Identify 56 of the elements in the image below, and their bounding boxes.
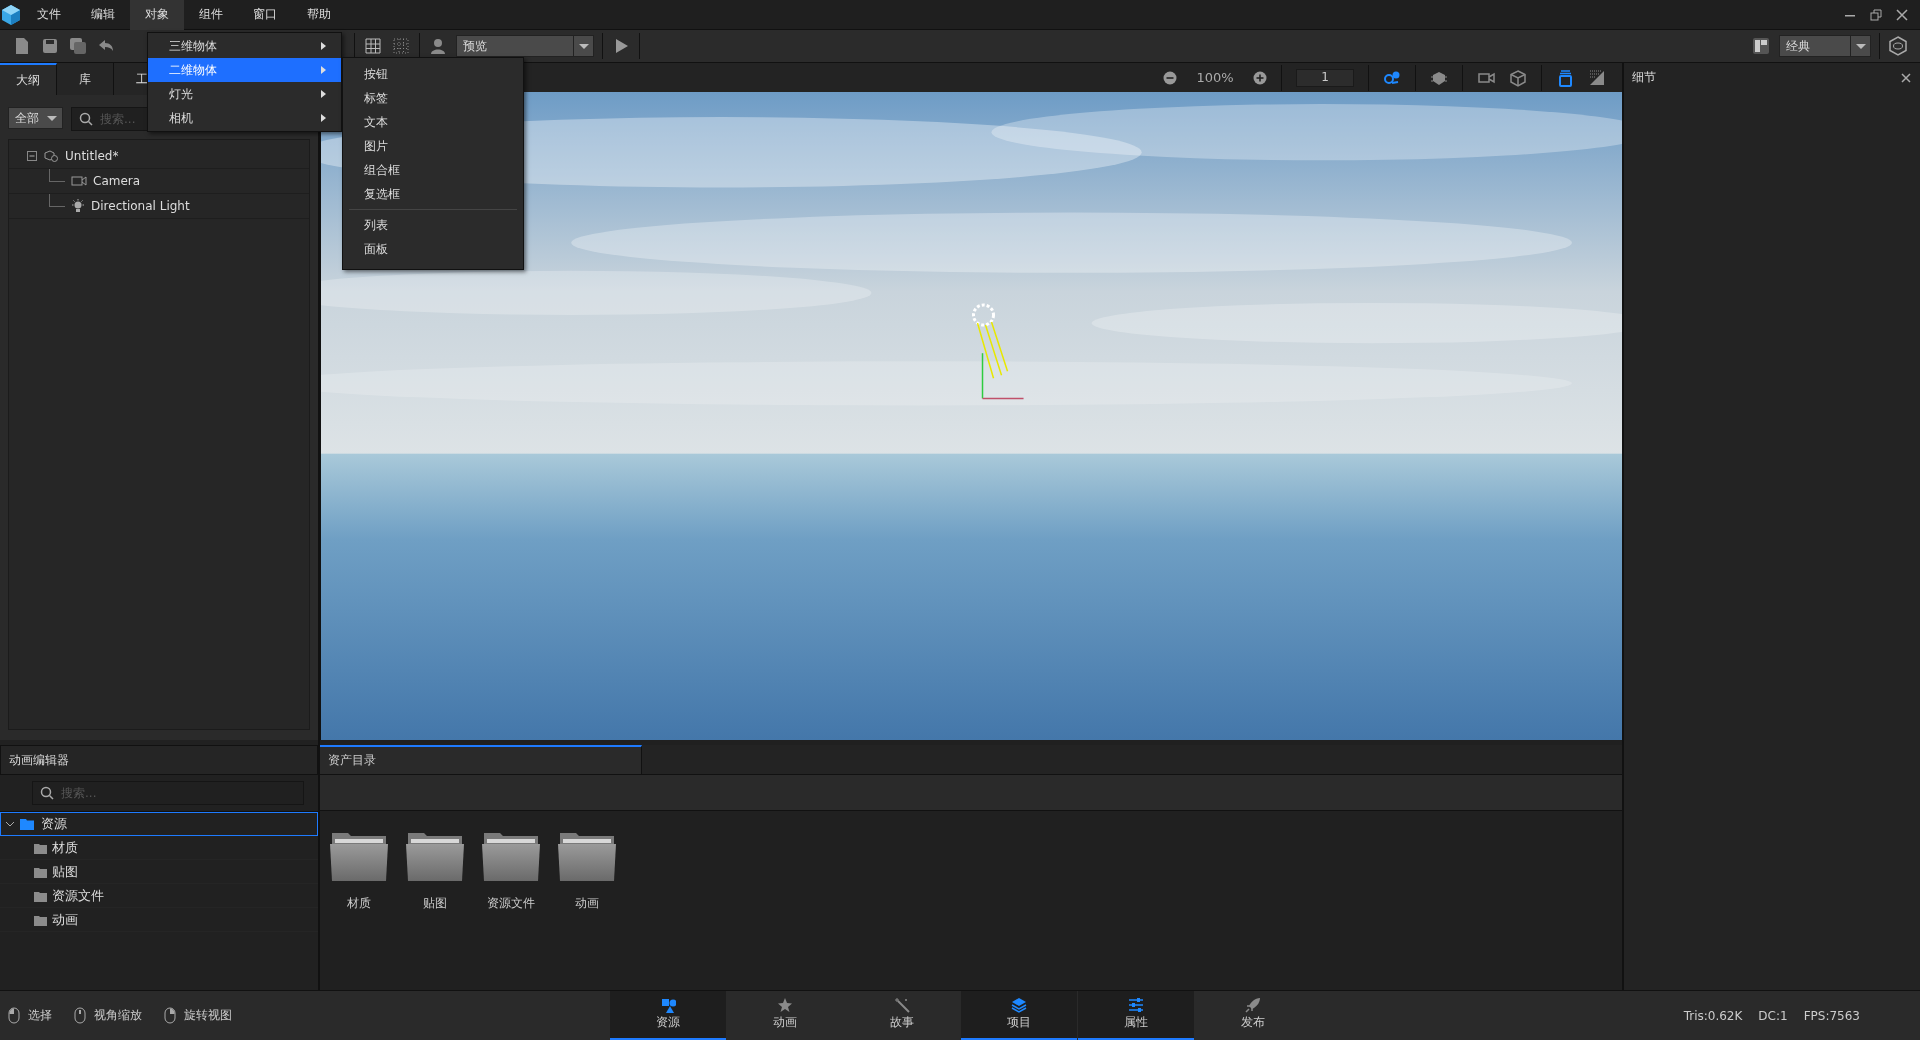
hint-label: 选择	[28, 1007, 52, 1024]
item-label: 动画	[52, 910, 78, 929]
menu-item[interactable]: 标签	[349, 86, 517, 110]
tree-item[interactable]: Directional Light	[9, 194, 309, 219]
tree-item[interactable]: 资源	[0, 812, 318, 836]
stat-text: DC:1	[1758, 1008, 1788, 1023]
folder-label: 材质	[347, 895, 371, 912]
panel-title: 细节	[1632, 69, 1656, 86]
item-label: 贴图	[52, 862, 78, 881]
item-label: 资源文件	[52, 886, 104, 905]
menu-item[interactable]: 文本	[349, 110, 517, 134]
layout-dropdown[interactable]: 经典	[1779, 35, 1871, 57]
menu-item[interactable]: 图片	[349, 134, 517, 158]
panel-tab[interactable]: 资产目录	[320, 745, 642, 774]
zoom-level: 100%	[1195, 70, 1235, 85]
folder-label: 贴图	[423, 895, 447, 912]
frame-field[interactable]: 1	[1296, 68, 1354, 87]
folder-label: 动画	[575, 895, 599, 912]
stat-text: Tris:0.62K	[1683, 1008, 1743, 1023]
tree-item[interactable]: 资源文件	[0, 884, 318, 908]
item-label: Camera	[93, 174, 141, 188]
menu-item[interactable]: 面板	[349, 237, 517, 261]
hint-label: 旋转视图	[184, 1007, 232, 1024]
tree-item[interactable]: Untitled*	[9, 144, 309, 169]
menu-item[interactable]: 帮助	[292, 0, 346, 30]
preview-dropdown[interactable]: 预览	[456, 35, 594, 57]
panel-title: 动画编辑器	[0, 745, 318, 775]
stat-text: FPS:7563	[1803, 1008, 1860, 1023]
item-label: Untitled*	[65, 149, 119, 163]
menu-item[interactable]: 三维物体	[148, 34, 341, 58]
menu-item[interactable]: 列表	[349, 213, 517, 237]
menu-item[interactable]: 组件	[184, 0, 238, 30]
item-label: 材质	[52, 838, 78, 857]
panel-tab[interactable]: 大纲	[0, 63, 57, 95]
menu-item[interactable]: 相机	[148, 106, 341, 130]
menu-item[interactable]: 组合框	[349, 158, 517, 182]
tree-item[interactable]: 贴图	[0, 860, 318, 884]
tree-item[interactable]: Camera	[9, 169, 309, 194]
panel-tab[interactable]: 库	[57, 63, 114, 95]
folder-label: 资源文件	[487, 895, 535, 912]
tree-item[interactable]: 材质	[0, 836, 318, 860]
menu-item[interactable]: 按钮	[349, 62, 517, 86]
menu-item[interactable]: 文件	[22, 0, 76, 30]
tree-item[interactable]: 动画	[0, 908, 318, 932]
panel-button[interactable]: 属性	[1078, 990, 1194, 1040]
panel-button[interactable]: 项目	[961, 990, 1077, 1040]
menu-item[interactable]: 对象	[130, 0, 184, 30]
filter-dropdown[interactable]: 全部	[8, 107, 63, 129]
menu-item[interactable]: 编辑	[76, 0, 130, 30]
panel-button[interactable]: 资源	[610, 990, 726, 1040]
hint-label: 视角缩放	[94, 1007, 142, 1024]
item-label: Directional Light	[91, 199, 190, 213]
menu-item[interactable]: 二维物体	[148, 58, 341, 82]
item-label: 资源	[41, 815, 67, 833]
menu-item[interactable]: 窗口	[238, 0, 292, 30]
menu-item[interactable]: 复选框	[349, 182, 517, 206]
